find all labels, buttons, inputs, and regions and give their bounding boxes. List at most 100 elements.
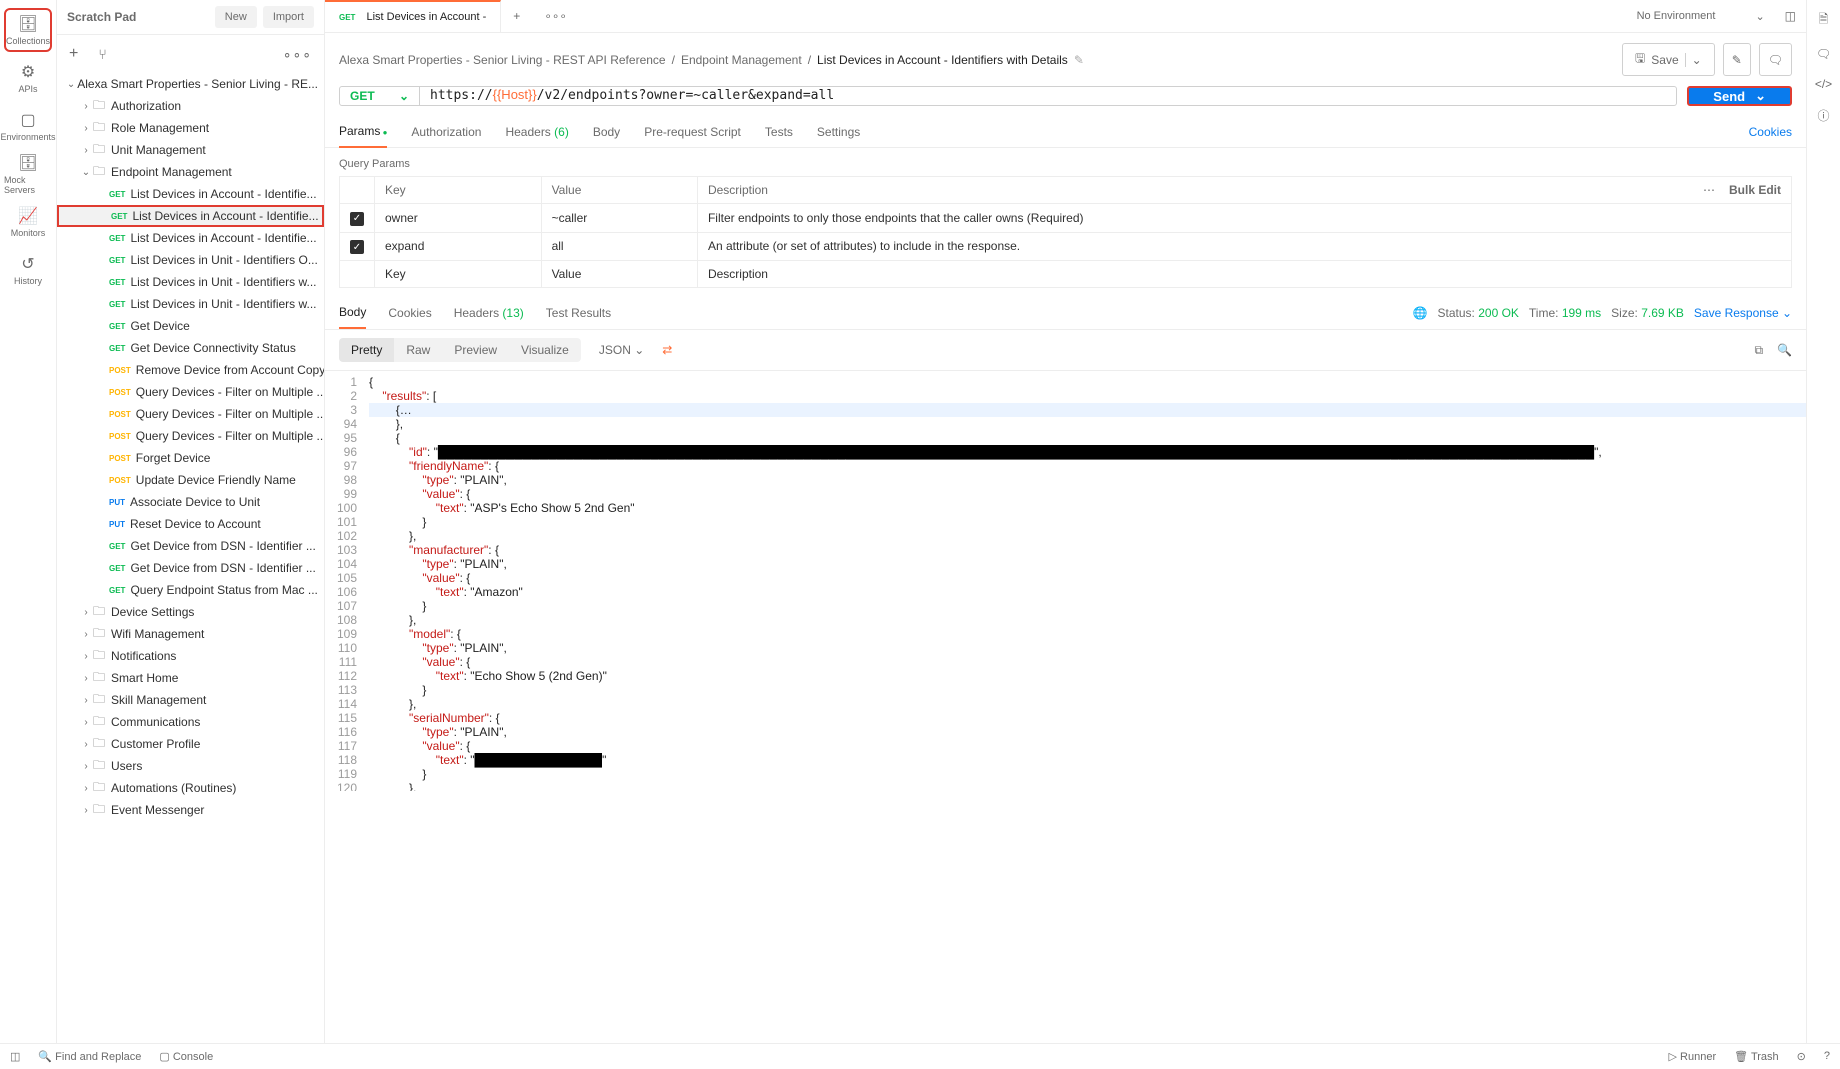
resp-tab-test-results[interactable]: Test Results xyxy=(546,306,611,320)
request-item[interactable]: GETList Devices in Account - Identifie..… xyxy=(57,205,324,227)
request-item[interactable]: GETGet Device xyxy=(57,315,324,337)
more-icon[interactable]: ⋯ xyxy=(1703,183,1715,197)
folder-skill-management[interactable]: ›🗀Skill Management xyxy=(57,689,324,711)
environment-select[interactable]: No Environment⌄ xyxy=(1627,6,1775,27)
bulk-edit-link[interactable]: Bulk Edit xyxy=(1729,183,1781,197)
view-pretty[interactable]: Pretty xyxy=(339,338,394,362)
comment-icon[interactable]: 🗨 xyxy=(1759,43,1792,76)
request-item[interactable]: GETList Devices in Unit - Identifiers w.… xyxy=(57,293,324,315)
more-icon[interactable]: ∘∘∘ xyxy=(283,46,312,63)
resp-tab-headers[interactable]: Headers (13) xyxy=(454,306,524,320)
help2-icon[interactable]: ? xyxy=(1824,1050,1830,1063)
request-tab[interactable]: GET List Devices in Account - xyxy=(325,0,501,32)
wrap-icon[interactable]: ⇄ xyxy=(662,343,672,357)
request-item[interactable]: GETList Devices in Unit - Identifiers w.… xyxy=(57,271,324,293)
folder-automations-(routines)[interactable]: ›🗀Automations (Routines) xyxy=(57,777,324,799)
edit-mode-icon[interactable]: ✎ xyxy=(1723,43,1751,76)
rail-environments[interactable]: ▢Environments xyxy=(4,104,52,148)
request-item[interactable]: POSTForget Device xyxy=(57,447,324,469)
save-response-link[interactable]: Save Response ⌄ xyxy=(1694,306,1792,320)
req-tab-authorization[interactable]: Authorization xyxy=(411,117,481,147)
url-input[interactable]: https://{{Host}}/v2/endpoints?owner=~cal… xyxy=(420,87,1676,105)
param-row[interactable]: ✓expandallAn attribute (or set of attrib… xyxy=(340,232,1792,261)
rail-monitors[interactable]: 📈Monitors xyxy=(4,200,52,244)
help-icon[interactable]: ⊙ xyxy=(1797,1050,1806,1063)
rail-apis[interactable]: ⚙APIs xyxy=(4,56,52,100)
edit-icon[interactable]: ✎ xyxy=(1074,53,1084,67)
code-icon[interactable]: </> xyxy=(1815,77,1832,91)
comments-icon[interactable]: 🗨 xyxy=(1816,47,1831,61)
param-row-empty[interactable]: KeyValueDescription xyxy=(340,261,1792,288)
request-item[interactable]: POSTUpdate Device Friendly Name xyxy=(57,469,324,491)
sidebar-toggle-icon[interactable]: ◫ xyxy=(10,1050,20,1063)
request-item[interactable]: POSTQuery Devices - Filter on Multiple .… xyxy=(57,425,324,447)
rail-mock servers[interactable]: 🗄Mock Servers xyxy=(4,152,52,196)
folder-notifications[interactable]: ›🗀Notifications xyxy=(57,645,324,667)
left-rail: 🗄Collections⚙APIs▢Environments🗄Mock Serv… xyxy=(0,0,57,1069)
add-icon[interactable]: + xyxy=(69,45,78,63)
resp-tab-body[interactable]: Body xyxy=(339,297,366,329)
folder-unit-management[interactable]: ›🗀Unit Management xyxy=(57,139,324,161)
folder-customer-profile[interactable]: ›🗀Customer Profile xyxy=(57,733,324,755)
request-item[interactable]: POSTQuery Devices - Filter on Multiple .… xyxy=(57,381,324,403)
request-item[interactable]: PUTReset Device to Account xyxy=(57,513,324,535)
find-replace[interactable]: 🔍 Find and Replace xyxy=(38,1050,141,1063)
folder-smart-home[interactable]: ›🗀Smart Home xyxy=(57,667,324,689)
req-tab-pre-request-script[interactable]: Pre-request Script xyxy=(644,117,741,147)
checkbox-icon[interactable]: ✓ xyxy=(350,240,364,254)
folder-device-settings[interactable]: ›🗀Device Settings xyxy=(57,601,324,623)
tab-method: GET xyxy=(339,13,355,22)
req-tab-body[interactable]: Body xyxy=(593,117,620,147)
req-tab-headers[interactable]: Headers (6) xyxy=(505,117,568,147)
import-button[interactable]: Import xyxy=(263,6,314,28)
request-item[interactable]: GETList Devices in Unit - Identifiers O.… xyxy=(57,249,324,271)
request-item[interactable]: POSTQuery Devices - Filter on Multiple .… xyxy=(57,403,324,425)
copy-icon[interactable]: ⧉ xyxy=(1754,343,1763,358)
request-item[interactable]: GETGet Device from DSN - Identifier ... xyxy=(57,535,324,557)
request-item[interactable]: PUTAssociate Device to Unit xyxy=(57,491,324,513)
tab-more-icon[interactable]: ∘∘∘ xyxy=(532,9,579,23)
rail-history[interactable]: ↺History xyxy=(4,248,52,292)
rail-collections[interactable]: 🗄Collections xyxy=(4,8,52,52)
folder-wifi-management[interactable]: ›🗀Wifi Management xyxy=(57,623,324,645)
status-bar: ◫ 🔍 Find and Replace ▢ Console ▷ Runner … xyxy=(0,1043,1840,1069)
request-item[interactable]: GETGet Device from DSN - Identifier ... xyxy=(57,557,324,579)
folder-endpoint-management[interactable]: ⌄🗀Endpoint Management xyxy=(57,161,324,183)
checkbox-icon[interactable]: ✓ xyxy=(350,212,364,226)
add-tab-icon[interactable]: + xyxy=(501,9,532,23)
request-item[interactable]: GETList Devices in Account - Identifie..… xyxy=(57,227,324,249)
info-icon[interactable]: ⓘ xyxy=(1817,107,1829,124)
save-button[interactable]: 🖫Save⌄ xyxy=(1622,43,1715,76)
req-tab-params[interactable]: Params xyxy=(339,116,387,148)
folder-authorization[interactable]: ›🗀Authorization xyxy=(57,95,324,117)
console[interactable]: ▢ Console xyxy=(159,1050,213,1063)
view-raw[interactable]: Raw xyxy=(394,338,442,362)
folder-event-messenger[interactable]: ›🗀Event Messenger xyxy=(57,799,324,821)
filter-icon[interactable]: ⑂ xyxy=(98,46,106,62)
response-body[interactable]: 1239495969798991001011021031041051061071… xyxy=(325,371,1806,791)
search-icon[interactable]: 🔍 xyxy=(1777,343,1792,358)
view-preview[interactable]: Preview xyxy=(442,338,509,362)
docs-icon[interactable]: 🗎 xyxy=(1819,10,1829,31)
folder-role-management[interactable]: ›🗀Role Management xyxy=(57,117,324,139)
collection-root[interactable]: ⌄Alexa Smart Properties - Senior Living … xyxy=(57,73,324,95)
folder-users[interactable]: ›🗀Users xyxy=(57,755,324,777)
trash[interactable]: 🗑 Trash xyxy=(1734,1050,1779,1063)
http-method-select[interactable]: GET⌄ xyxy=(340,87,420,105)
runner[interactable]: ▷ Runner xyxy=(1669,1050,1717,1063)
resp-tab-cookies[interactable]: Cookies xyxy=(388,306,431,320)
new-button[interactable]: New xyxy=(215,6,257,28)
cookies-link[interactable]: Cookies xyxy=(1749,125,1792,139)
req-tab-settings[interactable]: Settings xyxy=(817,117,860,147)
send-button[interactable]: Send⌄ xyxy=(1687,86,1792,106)
req-tab-tests[interactable]: Tests xyxy=(765,117,793,147)
folder-communications[interactable]: ›🗀Communications xyxy=(57,711,324,733)
env-quick-look-icon[interactable]: ◫ xyxy=(1785,9,1796,23)
request-item[interactable]: POSTRemove Device from Account Copy xyxy=(57,359,324,381)
request-item[interactable]: GETQuery Endpoint Status from Mac ... xyxy=(57,579,324,601)
request-item[interactable]: GETGet Device Connectivity Status xyxy=(57,337,324,359)
request-item[interactable]: GETList Devices in Account - Identifie..… xyxy=(57,183,324,205)
view-visualize[interactable]: Visualize xyxy=(509,338,581,362)
format-select[interactable]: JSON ⌄ xyxy=(589,338,654,362)
param-row[interactable]: ✓owner~callerFilter endpoints to only th… xyxy=(340,204,1792,233)
